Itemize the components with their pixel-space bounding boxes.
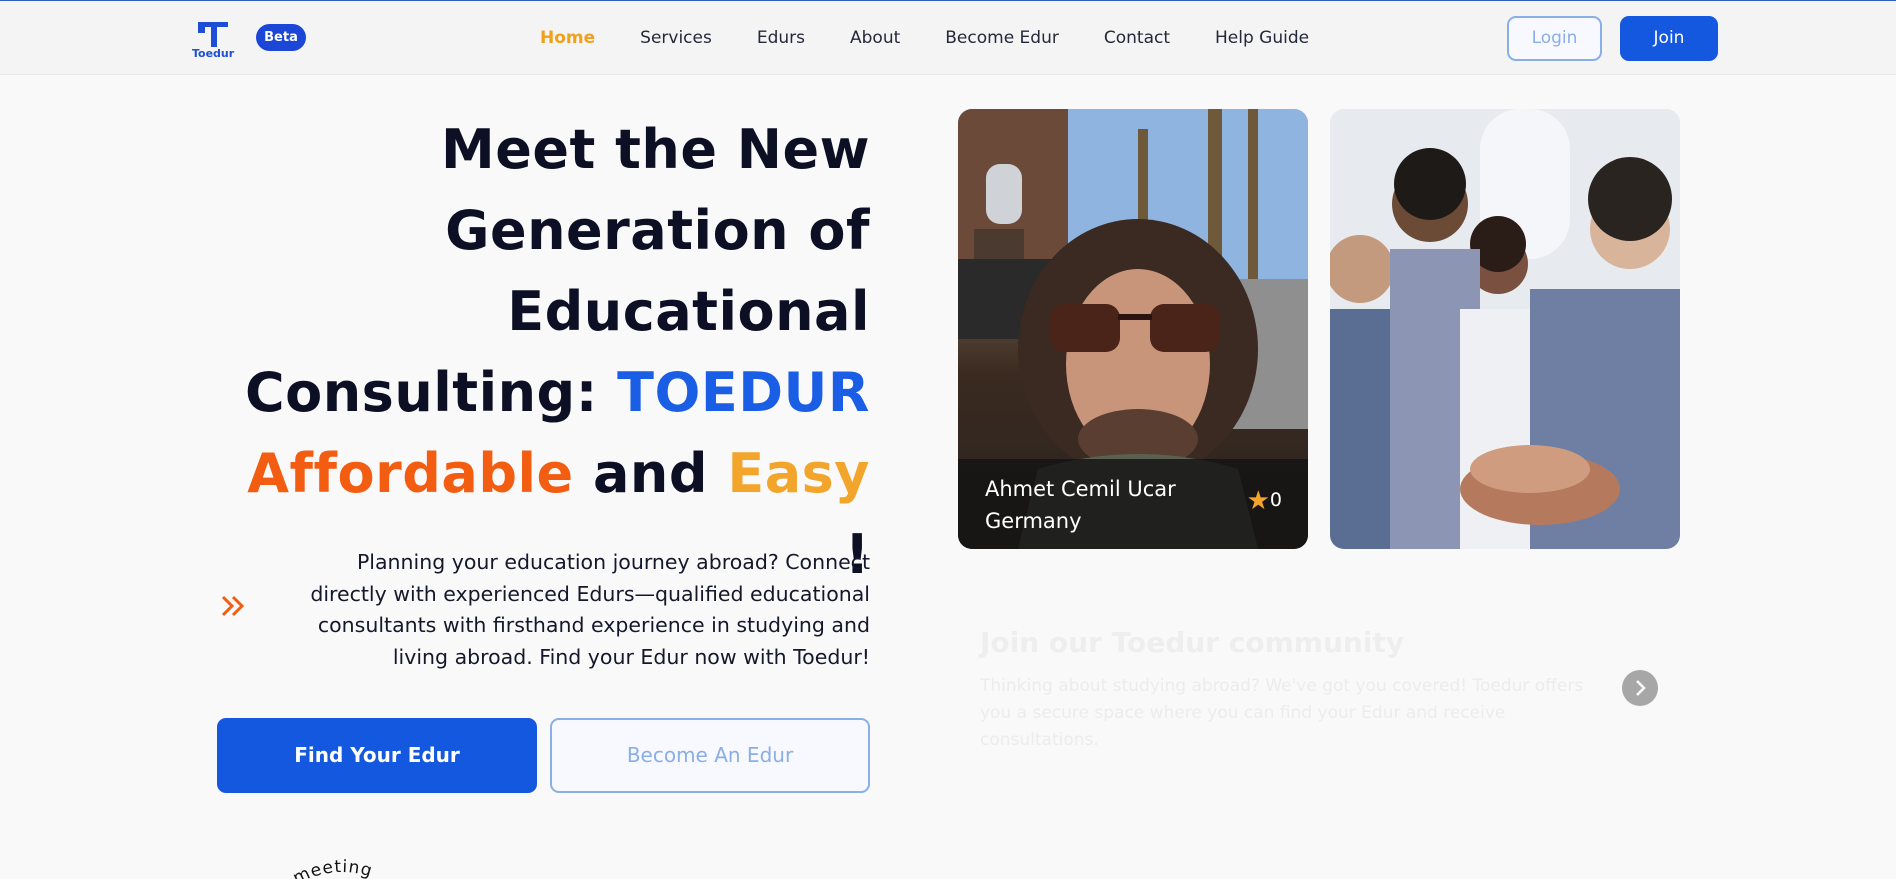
edur-card-info: Ahmet Cemil Ucar Germany ★0 xyxy=(958,459,1308,549)
become-an-edur-button[interactable]: Become An Edur xyxy=(550,718,870,793)
edur-rating: ★0 xyxy=(1247,487,1282,514)
star-icon: ★ xyxy=(1246,486,1270,516)
nav-contact[interactable]: Contact xyxy=(1104,25,1170,51)
carousel-next-button[interactable] xyxy=(1622,670,1658,706)
hero-title-line4: Consulting: xyxy=(245,361,598,424)
toedur-logo[interactable]: Toedur xyxy=(192,17,235,60)
edur-country: Germany xyxy=(985,509,1082,533)
nav-become-edur[interactable]: Become Edur xyxy=(945,25,1059,51)
community-title: Join our Toedur community xyxy=(980,626,1405,659)
hero-title-affordable: Affordable xyxy=(247,442,574,505)
edur-card-name-block: Ahmet Cemil Ucar Germany xyxy=(985,473,1176,537)
top-navbar: Toedur Beta Home Services Edurs About Be… xyxy=(0,1,1896,75)
hero-title-line3: Educational xyxy=(507,280,870,343)
nav-edurs[interactable]: Edurs xyxy=(757,25,805,51)
community-description: Thinking about studying abroad? We've go… xyxy=(980,676,1584,750)
nav-services[interactable]: Services xyxy=(640,25,712,51)
login-button[interactable]: Login xyxy=(1507,16,1602,61)
community-photo-card xyxy=(1330,109,1680,549)
hero-title-easy: Easy xyxy=(727,442,870,505)
svg-text:ee meeting: ee meeting xyxy=(263,857,375,879)
join-button[interactable]: Join xyxy=(1620,16,1718,61)
logo-mark-icon xyxy=(198,22,228,47)
main-nav: Home Services Edurs About Become Edur Co… xyxy=(540,25,1354,51)
hero-title-brand: TOEDUR xyxy=(617,361,870,424)
double-chevron-right-icon xyxy=(221,595,245,617)
beta-badge: Beta xyxy=(256,24,306,51)
edur-profile-card[interactable]: Ahmet Cemil Ucar Germany ★0 xyxy=(958,109,1308,549)
hero-description: Planning your education journey abroad? … xyxy=(310,550,870,669)
circular-text-label: ee meeting xyxy=(263,857,374,879)
nav-home[interactable]: Home xyxy=(540,25,595,51)
hero-title-line2: Generation of xyxy=(445,199,870,262)
find-your-edur-button[interactable]: Find Your Edur xyxy=(217,718,537,793)
students-team-photo xyxy=(1330,109,1680,549)
chevron-right-icon xyxy=(1636,680,1646,696)
circular-badge-text: ee meeting xyxy=(263,857,375,879)
edur-rating-value: 0 xyxy=(1269,489,1282,511)
nav-help-guide[interactable]: Help Guide xyxy=(1215,25,1309,51)
hero-title-and: and xyxy=(592,442,709,505)
nav-about[interactable]: About xyxy=(850,25,900,51)
hero-title: Meet the New Generation of Educational C… xyxy=(220,109,870,595)
edur-name: Ahmet Cemil Ucar xyxy=(985,477,1176,501)
hero-title-line1: Meet the New xyxy=(441,118,870,181)
logo-text: Toedur xyxy=(192,47,235,60)
